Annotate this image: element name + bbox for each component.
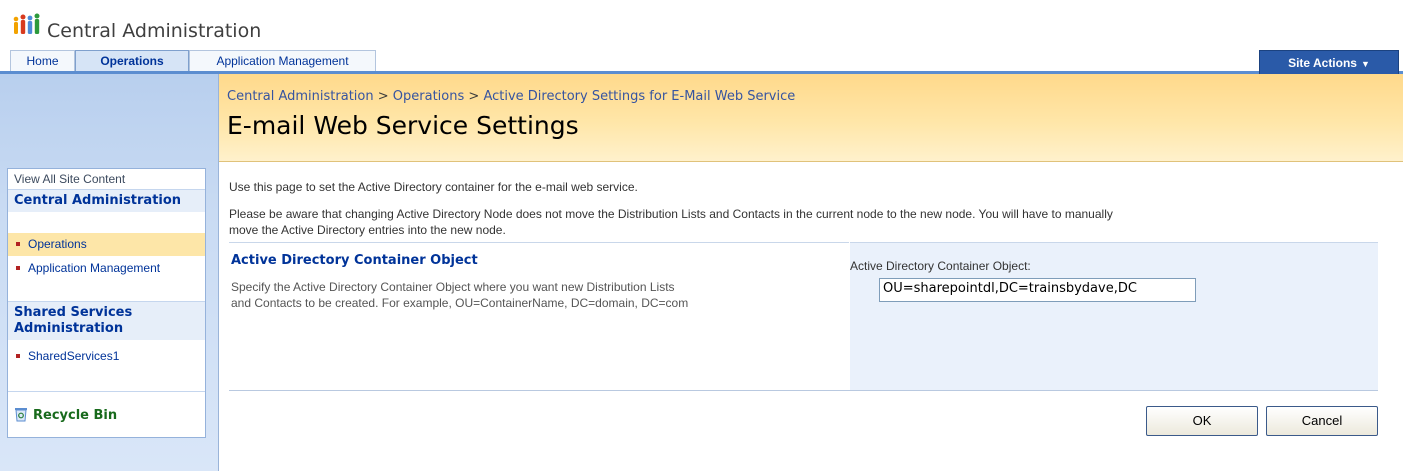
cancel-button[interactable]: Cancel	[1266, 406, 1378, 436]
recycle-bin-label: Recycle Bin	[33, 408, 118, 423]
bullet-icon	[16, 266, 20, 270]
quick-launch: View All Site Content Central Administra…	[7, 168, 206, 438]
top-nav-tabs: Home Operations Application Management S…	[0, 50, 1403, 75]
recycle-bin-link[interactable]: Recycle Bin	[14, 406, 117, 423]
nav-heading-shared-services-administration[interactable]: Shared Services Administration	[8, 302, 205, 340]
page-header: Central Administration > Operations > Ac…	[219, 74, 1403, 162]
breadcrumb-separator: >	[377, 89, 389, 104]
intro-text: Use this page to set the Active Director…	[229, 180, 638, 194]
page-title: E-mail Web Service Settings	[227, 111, 579, 140]
sidebar-item-sharedservices1[interactable]: SharedServices1	[8, 345, 205, 368]
ad-container-object-input[interactable]: OU=sharepointdl,DC=trainsbydave,DC	[879, 278, 1196, 302]
tab-application-management[interactable]: Application Management	[189, 50, 376, 71]
chevron-down-icon: ▼	[1360, 59, 1370, 69]
warning-text-line1: Please be aware that changing Active Dir…	[229, 207, 1113, 221]
bullet-icon	[16, 242, 20, 246]
bullet-icon	[16, 354, 20, 358]
sidebar-item-operations[interactable]: Operations	[8, 233, 205, 256]
tab-home[interactable]: Home	[10, 50, 75, 71]
section-divider	[229, 390, 1378, 391]
section-heading: Active Directory Container Object	[231, 253, 478, 268]
breadcrumb-current: Active Directory Settings for E-Mail Web…	[483, 89, 796, 104]
section-description: Active Directory Container Object Specif…	[229, 242, 849, 391]
nav-heading-central-administration[interactable]: Central Administration	[8, 190, 205, 212]
site-actions-label: Site Actions	[1288, 56, 1357, 70]
sidebar-item-label: Operations	[28, 237, 87, 251]
sidebar-item-application-management[interactable]: Application Management	[8, 257, 205, 280]
breadcrumb-operations[interactable]: Operations	[393, 89, 464, 104]
title-bar: Central Administration	[0, 0, 1403, 50]
app-title: Central Administration	[47, 20, 262, 42]
people-logo-icon	[13, 13, 40, 34]
site-actions-button[interactable]: Site Actions ▼	[1259, 50, 1399, 75]
tab-operations[interactable]: Operations	[75, 50, 189, 71]
warning-text-line2: move the Active Directory entries into t…	[229, 223, 506, 237]
breadcrumb: Central Administration > Operations > Ac…	[227, 89, 795, 104]
left-navigation: View All Site Content Central Administra…	[0, 74, 219, 471]
breadcrumb-central-administration[interactable]: Central Administration	[227, 89, 374, 104]
nav-divider	[8, 391, 205, 392]
view-all-site-content-link[interactable]: View All Site Content	[14, 172, 125, 186]
ok-button[interactable]: OK	[1146, 406, 1258, 436]
section-desc-line2: and Contacts to be created. For example,…	[231, 296, 689, 310]
recycle-bin-icon	[15, 408, 27, 422]
sidebar-item-label: SharedServices1	[28, 349, 120, 363]
sidebar-item-label: Application Management	[28, 261, 161, 275]
breadcrumb-separator: >	[468, 89, 480, 104]
field-label: Active Directory Container Object:	[850, 259, 1031, 273]
main-content: Use this page to set the Active Director…	[219, 162, 1403, 471]
section-input-area: Active Directory Container Object: OU=sh…	[850, 242, 1378, 391]
section-desc: Specify the Active Directory Container O…	[231, 279, 821, 311]
section-desc-line1: Specify the Active Directory Container O…	[231, 280, 675, 294]
